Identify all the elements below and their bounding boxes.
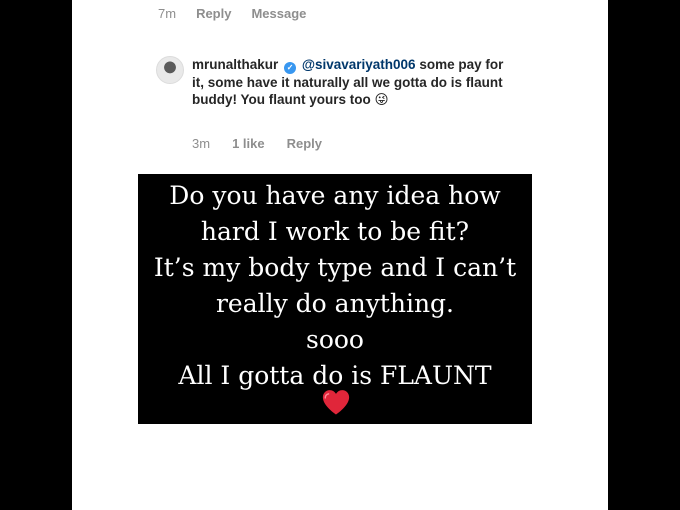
story-line-4: really do anything.: [215, 289, 455, 318]
comments-panel: 7m Reply Message mrunalthakur ✓ @sivavar…: [72, 0, 608, 510]
red-heart-icon: [322, 390, 350, 415]
comment-meta: 3m 1 like Reply: [192, 136, 322, 151]
comment-reply-button[interactable]: Reply: [287, 136, 322, 151]
screenshot-frame: 7m Reply Message mrunalthakur ✓ @sivavar…: [0, 0, 680, 510]
verified-badge-icon: ✓: [284, 62, 297, 74]
previous-comment-time: 7m: [158, 6, 177, 21]
story-line-2: hard I work to be fit?: [200, 217, 470, 246]
message-button[interactable]: Message: [251, 6, 306, 21]
comment-username[interactable]: mrunalthakur: [192, 57, 278, 72]
previous-comment-meta: 7m Reply Message: [158, 6, 306, 21]
avatar[interactable]: [156, 56, 184, 84]
wink-tongue-emoji-icon: 😜: [374, 92, 389, 108]
previous-reply-button[interactable]: Reply: [196, 6, 231, 21]
story-line-5: sooo: [306, 325, 364, 354]
story-line-3: It’s my body type and I can’t: [153, 253, 517, 282]
comment-likes[interactable]: 1 like: [232, 136, 265, 151]
story-text: Do you have any idea how hard I work to …: [138, 178, 532, 394]
comment-text: mrunalthakur ✓ @sivavariyath006 some pay…: [192, 56, 512, 109]
story-line-1: Do you have any idea how: [169, 181, 501, 210]
story-card: Do you have any idea how hard I work to …: [138, 174, 532, 424]
comment-time: 3m: [192, 136, 211, 151]
comment-mention[interactable]: @sivavariyath006: [302, 57, 416, 72]
